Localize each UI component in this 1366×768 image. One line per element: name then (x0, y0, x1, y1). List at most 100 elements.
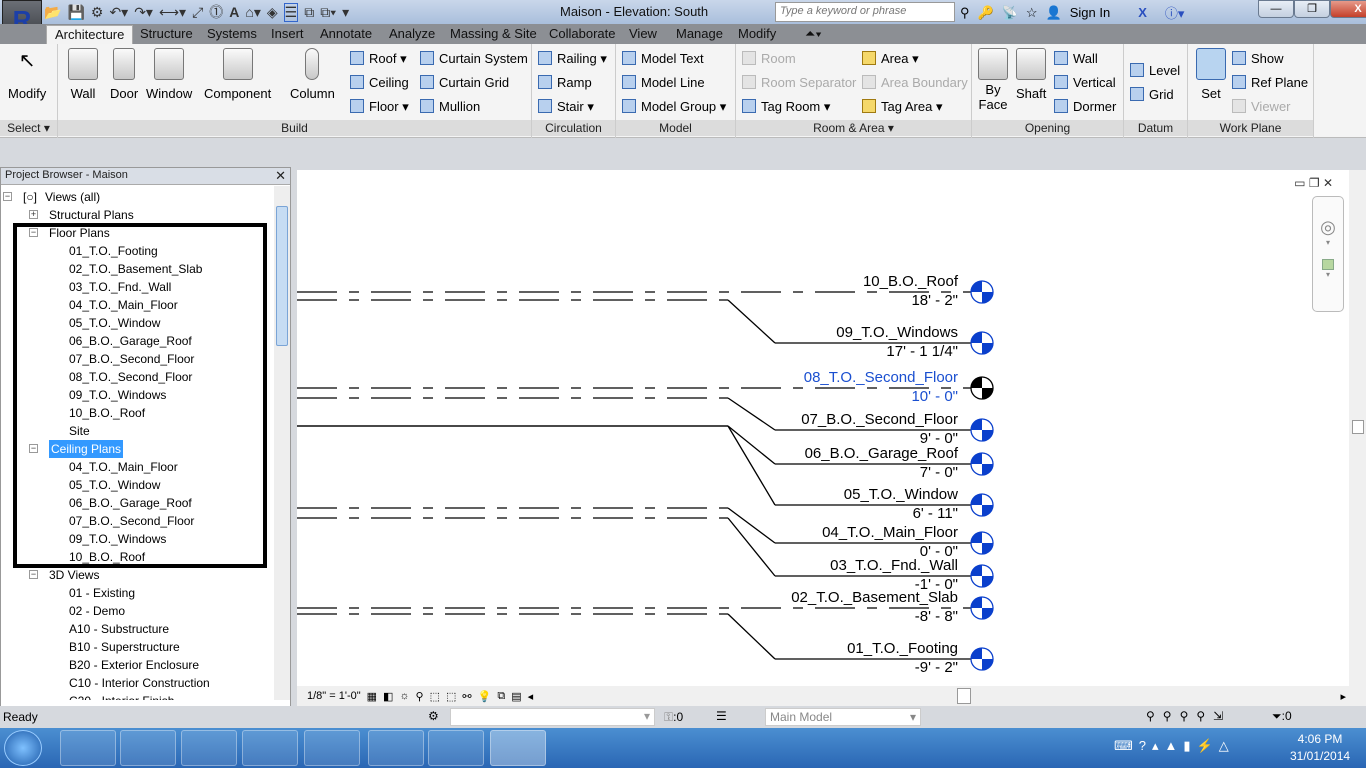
analytical-model-icon[interactable]: ▤ (511, 690, 521, 703)
collapse-icon[interactable]: − (3, 192, 12, 201)
sign-in-button[interactable]: Sign In (1070, 5, 1110, 20)
search-input[interactable]: Type a keyword or phrase (775, 2, 955, 22)
tab-insert[interactable]: Insert (271, 26, 304, 41)
level-name[interactable]: 08_T.O._Second_Floor (658, 369, 958, 386)
open-icon[interactable]: 📂 (44, 4, 61, 21)
text-icon[interactable]: A (229, 4, 239, 20)
tab-manage[interactable]: Manage (676, 26, 723, 41)
editing-requests-icon[interactable]: ⚿:0 (664, 710, 683, 725)
ramp-button[interactable]: Ramp (538, 75, 592, 90)
model-text-button[interactable]: Model Text (622, 51, 704, 66)
by-face-button[interactable]: By Face (978, 48, 1008, 112)
visual-style-icon[interactable]: ◧ (383, 690, 393, 703)
detail-level-icon[interactable]: ▦ (367, 690, 377, 703)
thin-lines-icon[interactable]: ☰ (283, 2, 299, 22)
tree-node[interactable]: Views (all) (45, 188, 100, 206)
level-name[interactable]: 07_B.O._Second_Floor (658, 411, 958, 428)
tab-systems[interactable]: Systems (207, 26, 257, 41)
close-button[interactable]: X (1330, 0, 1366, 18)
taskbar-acrobat[interactable] (304, 730, 360, 766)
taskbar-chrome[interactable] (60, 730, 116, 766)
window-button[interactable]: Window (146, 48, 192, 101)
switch-windows-icon[interactable]: ⧉▾ (320, 4, 336, 21)
level-name[interactable]: 02_T.O._Basement_Slab (658, 589, 958, 606)
level-head-icon[interactable] (970, 376, 994, 400)
hscroll-right-icon[interactable]: ▸ (1340, 690, 1346, 703)
stair-button[interactable]: Stair ▾ (538, 99, 594, 115)
level-head-icon[interactable] (970, 596, 994, 620)
section-icon[interactable]: ◈ (267, 4, 278, 21)
curtain-grid-button[interactable]: Curtain Grid (420, 75, 509, 90)
tree-item[interactable]: B10 - Superstructure (69, 638, 180, 656)
taskbar-calculator[interactable] (368, 730, 424, 766)
restore-button[interactable]: ❐ (1294, 0, 1330, 18)
workset-dropdown[interactable]: ▾ (450, 708, 655, 726)
tree-item[interactable]: 02 - Demo (69, 602, 125, 620)
minimize-button[interactable]: — (1258, 0, 1294, 18)
save-icon[interactable]: 💾 (67, 4, 84, 21)
level-head-icon[interactable] (970, 331, 994, 355)
ref-plane-button[interactable]: Ref Plane (1232, 75, 1308, 90)
vertical-opening-button[interactable]: Vertical (1054, 75, 1116, 90)
level-name[interactable]: 03_T.O._Fnd._Wall (658, 557, 958, 574)
steering-wheel-2d-icon[interactable]: ◎ (1313, 217, 1343, 238)
horizontal-scroll-thumb[interactable] (957, 688, 971, 704)
tree-node[interactable]: 3D Views (49, 566, 99, 584)
hscroll-left-icon[interactable]: ◂ (528, 690, 534, 703)
level-name[interactable]: 06_B.O._Garage_Roof (658, 445, 958, 462)
model-line-button[interactable]: Model Line (622, 75, 705, 90)
collapse-icon[interactable]: − (29, 570, 38, 579)
level-name[interactable]: 01_T.O._Footing (658, 640, 958, 657)
column-button[interactable]: Column (290, 48, 335, 101)
tab-modify[interactable]: Modify (738, 26, 776, 41)
clock[interactable]: 4:06 PM 31/01/2014 (1290, 732, 1350, 763)
zoom-region-icon[interactable] (1322, 259, 1334, 270)
ceiling-button[interactable]: Ceiling (350, 75, 409, 90)
curtain-system-button[interactable]: Curtain System (420, 51, 528, 66)
tree-item[interactable]: A10 - Substructure (69, 620, 169, 638)
level-button[interactable]: Level (1130, 63, 1180, 78)
level-head-icon[interactable] (970, 647, 994, 671)
level-head-icon[interactable] (970, 564, 994, 588)
tree-item[interactable]: C10 - Interior Construction (69, 674, 210, 692)
elevation-view-canvas[interactable]: 10_B.O._Roof 18' - 2" 09_T.O._Windows 17' -… (297, 170, 1349, 686)
measure-icon[interactable]: ⟷▾ (159, 4, 186, 21)
minimize-ribbon-icon[interactable]: ⏶▾ (805, 26, 822, 42)
railing-button[interactable]: Railing ▾ (538, 51, 607, 67)
level-head-icon[interactable] (970, 280, 994, 304)
satellite-icon[interactable]: 📡 (1002, 5, 1018, 21)
tree-item[interactable]: C20 - Interior Finish (69, 692, 174, 700)
scroll-thumb[interactable] (276, 206, 288, 346)
level-name[interactable]: 10_B.O._Roof (658, 273, 958, 290)
room-button[interactable]: Room (742, 51, 796, 66)
shaft-button[interactable]: Shaft (1016, 48, 1046, 101)
vertical-scrollbar[interactable] (1349, 170, 1366, 686)
binoculars-icon[interactable]: ⚲ (960, 5, 970, 21)
key-icon[interactable]: 🔑 (978, 5, 994, 21)
star-icon[interactable]: ☆ (1026, 5, 1038, 21)
level-elevation[interactable]: -8' - 8" (658, 608, 958, 625)
3d-view-icon[interactable]: ⌂▾ (245, 4, 260, 21)
set-work-plane-button[interactable]: Set (1196, 48, 1226, 101)
level-elevation[interactable]: 18' - 2" (658, 292, 958, 309)
level-head-icon[interactable] (970, 493, 994, 517)
crop-view-icon[interactable]: ⬚ (430, 690, 440, 703)
selection-toggles[interactable]: ⚲⚲⚲⚲⇲ (1146, 709, 1231, 723)
level-elevation[interactable]: -9' - 2" (658, 659, 958, 676)
system-tray-icons[interactable]: ⌨?▴▲▮⚡△ (1114, 738, 1235, 754)
taskbar-winrar[interactable] (242, 730, 298, 766)
help-icon[interactable]: ⓘ▾ (1165, 3, 1185, 22)
aligned-dimension-icon[interactable]: ⤢ (192, 4, 203, 21)
area-button[interactable]: Area ▾ (862, 51, 919, 67)
customize-qat-icon[interactable]: ▾ (342, 4, 349, 21)
level-elevation[interactable]: 10' - 0" (658, 388, 958, 405)
tab-collaborate[interactable]: Collaborate (549, 26, 616, 41)
roof-button[interactable]: Roof ▾ (350, 51, 407, 67)
level-head-icon[interactable] (970, 531, 994, 555)
level-elevation[interactable]: 6' - 11" (658, 505, 958, 522)
tab-structure[interactable]: Structure (140, 26, 193, 41)
tab-massing-site[interactable]: Massing & Site (450, 26, 537, 41)
shadows-icon[interactable]: ⚲ (416, 690, 424, 703)
select-panel-label[interactable]: Select ▾ (0, 120, 57, 136)
view-minimize-icon[interactable]: ▭ (1294, 176, 1305, 190)
